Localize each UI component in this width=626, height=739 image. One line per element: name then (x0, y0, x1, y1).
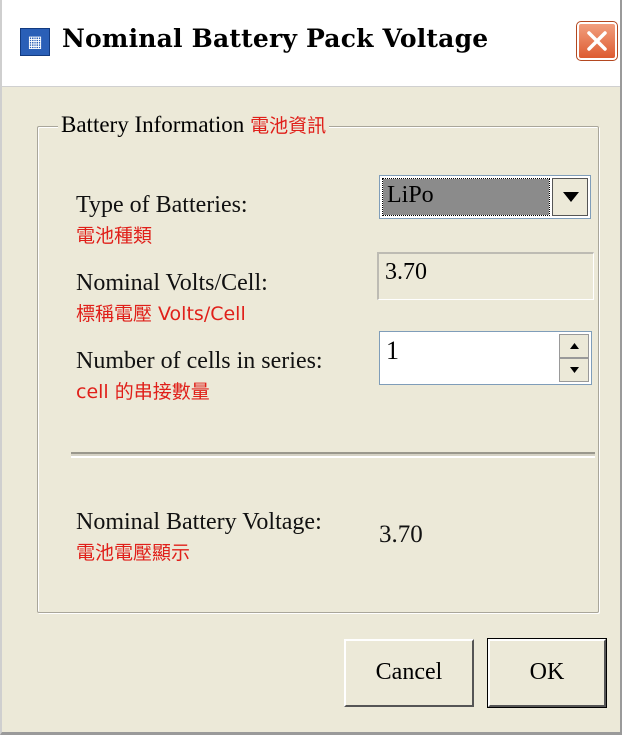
dropdown-button[interactable] (552, 178, 588, 216)
cells-in-series-label-zh: cell 的串接數量 (76, 381, 210, 403)
legend-label: Battery Information (61, 112, 245, 137)
window-title: Nominal Battery Pack Voltage (62, 24, 489, 53)
cells-in-series-stepper[interactable]: 1 (379, 331, 592, 385)
arrow-down-icon (570, 367, 579, 373)
volts-per-cell-field: 3.70 (377, 252, 594, 300)
battery-type-value: LiPo (382, 178, 550, 216)
arrow-up-icon (570, 343, 579, 349)
volts-per-cell-label-zh: 標稱電壓 Volts/Cell (76, 303, 246, 325)
cancel-button[interactable]: Cancel (344, 639, 474, 707)
cells-in-series-value[interactable]: 1 (386, 336, 399, 366)
app-icon: ▦ (20, 28, 50, 56)
battery-voltage-label-zh: 電池電壓顯示 (76, 542, 191, 564)
battery-type-select[interactable]: LiPo (379, 175, 591, 219)
battery-voltage-value: 3.70 (379, 521, 423, 548)
dialog-window: ▦ Nominal Battery Pack Voltage Battery I… (0, 0, 622, 735)
groupbox-legend: Battery Information 電池資訊 (58, 111, 330, 138)
separator (71, 452, 595, 458)
increment-button[interactable] (559, 334, 589, 358)
volts-per-cell-label: Nominal Volts/Cell: (76, 270, 268, 296)
battery-voltage-label: Nominal Battery Voltage: (76, 509, 322, 535)
cells-in-series-label: Number of cells in series: (76, 348, 323, 374)
chevron-down-icon (563, 192, 579, 202)
battery-type-label: Type of Batteries: (76, 192, 248, 218)
battery-type-label-zh: 電池種類 (76, 225, 153, 247)
decrement-button[interactable] (559, 358, 589, 382)
close-button[interactable] (576, 21, 618, 61)
legend-label-zh: 電池資訊 (250, 115, 327, 137)
close-icon (587, 31, 607, 51)
ok-button[interactable]: OK (487, 638, 607, 708)
title-bar[interactable]: ▦ Nominal Battery Pack Voltage (2, 0, 620, 87)
